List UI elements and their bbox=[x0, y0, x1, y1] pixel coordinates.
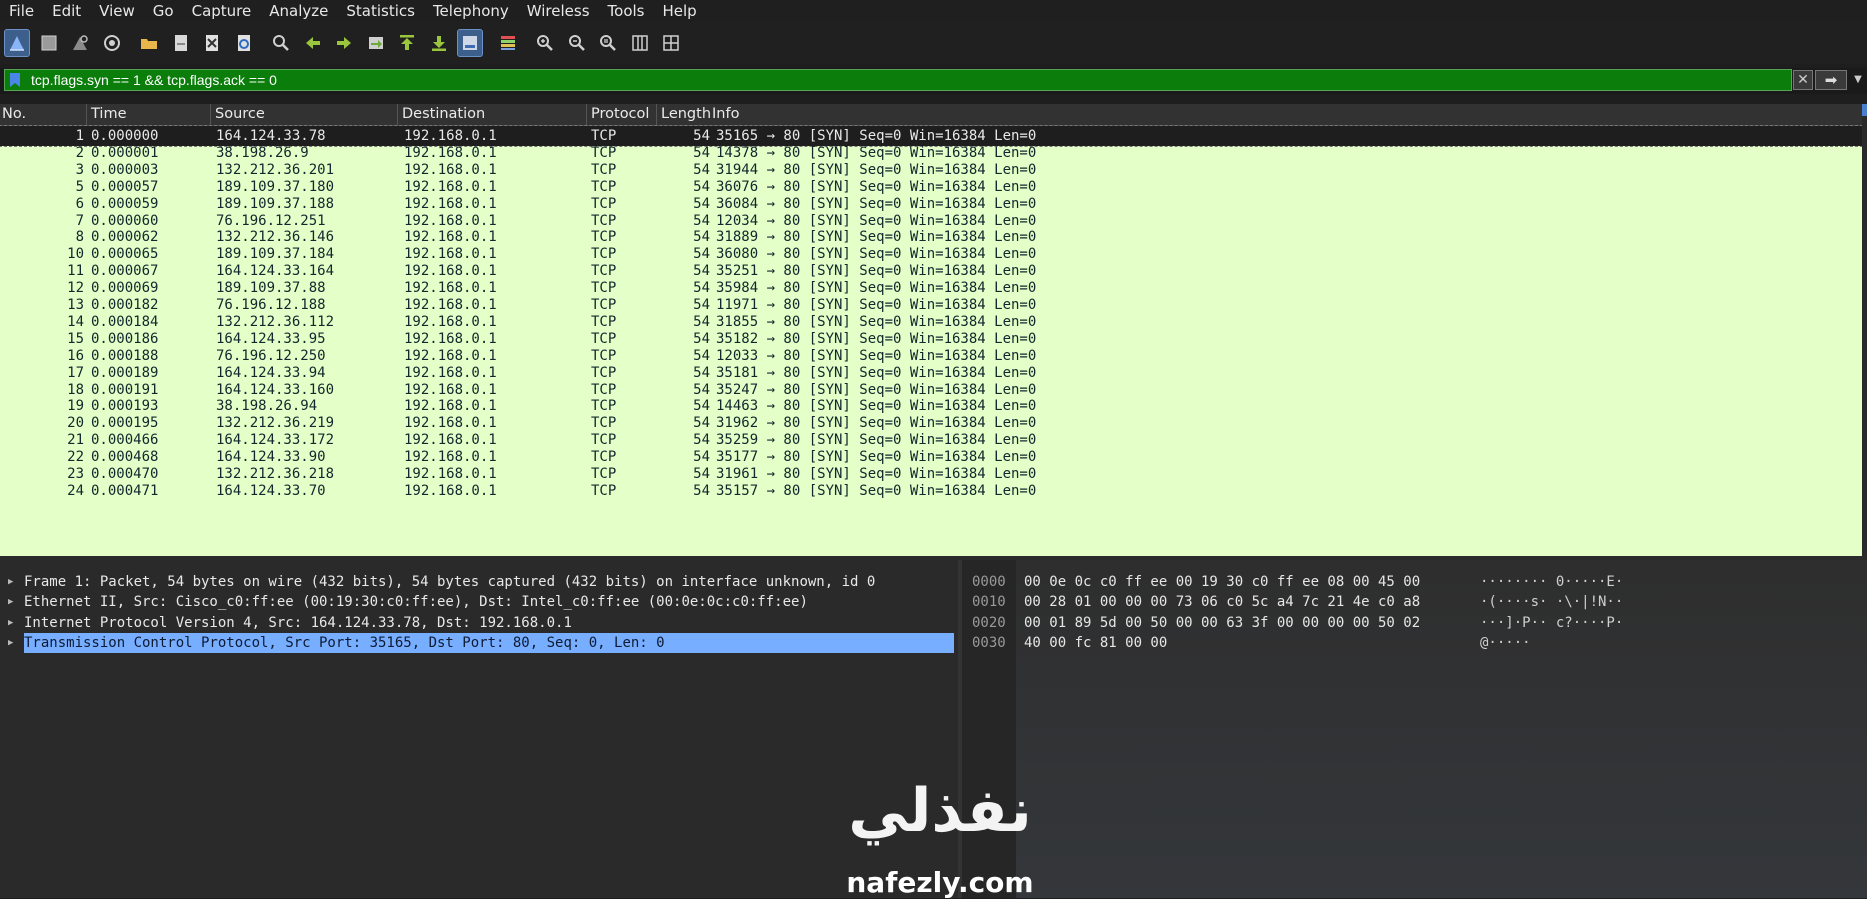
detail-item-label: Internet Protocol Version 4, Src: 164.12… bbox=[24, 614, 572, 631]
bytes-row: 0030 40 00 fc 81 00 00 @····· bbox=[962, 633, 1867, 653]
bytes-ascii[interactable]: ········ 0·····E· bbox=[1480, 572, 1623, 592]
watermark-url-text: nafezly.com bbox=[846, 866, 1034, 899]
zoom-normal-icon[interactable] bbox=[595, 29, 621, 57]
display-filter-bar: tcp.flags.syn == 1 && tcp.flags.ack == 0… bbox=[0, 68, 1867, 94]
find-magnifier-icon[interactable] bbox=[268, 29, 294, 57]
bytes-ascii[interactable]: @····· bbox=[1480, 633, 1531, 653]
column-header-destination[interactable]: Destination bbox=[398, 104, 587, 125]
detail-item-label: Frame 1: Packet, 54 bytes on wire (432 b… bbox=[24, 574, 876, 590]
autoscroll-icon[interactable] bbox=[457, 29, 483, 57]
watermark-logo: نفذلي nafezly.com bbox=[820, 776, 1060, 899]
packet-list-pane: No. Time Source Destination Protocol Len… bbox=[0, 104, 1867, 556]
go-first-packet-icon[interactable] bbox=[394, 29, 420, 57]
stop-square-icon[interactable] bbox=[36, 29, 62, 57]
detail-tree-item[interactable]: ▶ Internet Protocol Version 4, Src: 164.1… bbox=[0, 613, 958, 633]
detail-tree-item[interactable]: ▶ Transmission Control Protocol, Src Port… bbox=[0, 632, 958, 653]
packet-cell-src: 164.124.33.70 bbox=[216, 482, 326, 499]
expand-arrow-icon[interactable]: ▶ bbox=[8, 572, 13, 592]
bytes-row: 0020 00 01 89 5d 00 50 00 00 63 3f 00 00 … bbox=[962, 613, 1867, 633]
column-header-protocol[interactable]: Protocol bbox=[587, 104, 657, 125]
packet-details-pane: ▶ Frame 1: Packet, 54 bytes on wire (432 … bbox=[0, 560, 958, 898]
filter-expression-text: tcp.flags.syn == 1 && tcp.flags.ack == 0 bbox=[31, 72, 277, 88]
menu-statistics[interactable]: Statistics bbox=[337, 2, 424, 20]
bytes-row: 0000 00 0e 0c c0 ff ee 00 19 30 c0 ff ee … bbox=[962, 572, 1867, 592]
capture-options-gear-icon[interactable] bbox=[99, 29, 125, 57]
save-file-icon[interactable] bbox=[168, 29, 194, 57]
column-header-time[interactable]: Time bbox=[87, 104, 211, 125]
bytes-hex[interactable]: 40 00 fc 81 00 00 bbox=[1024, 633, 1167, 653]
shark-fin-start-icon[interactable] bbox=[4, 29, 30, 57]
chevron-down-icon[interactable]: ▼ bbox=[1852, 72, 1864, 88]
detail-item-label: Transmission Control Protocol, Src Port:… bbox=[24, 634, 665, 651]
menu-go[interactable]: Go bbox=[144, 2, 183, 20]
column-header-info[interactable]: Info bbox=[710, 104, 1860, 125]
restart-fin-icon[interactable] bbox=[67, 29, 93, 57]
expand-arrow-icon[interactable]: ▶ bbox=[8, 613, 13, 633]
bytes-ascii[interactable]: ·(····s· ·\·|!N·· bbox=[1480, 592, 1623, 612]
close-file-icon[interactable] bbox=[199, 29, 225, 57]
apply-filter-arrow-icon[interactable]: ➡ bbox=[1815, 70, 1847, 90]
menu-tools[interactable]: Tools bbox=[599, 2, 654, 20]
expand-arrow-icon[interactable]: ▶ bbox=[8, 633, 13, 653]
column-header-source[interactable]: Source bbox=[211, 104, 398, 125]
bytes-offset: 0020 bbox=[972, 614, 1006, 631]
column-header-length[interactable]: Length bbox=[657, 104, 710, 125]
packet-cell-dst: 192.168.0.1 bbox=[404, 482, 497, 499]
bytes-offset: 0030 bbox=[972, 634, 1006, 651]
packet-bytes-pane: 0000 00 0e 0c c0 ff ee 00 19 30 c0 ff ee … bbox=[962, 560, 1867, 898]
menu-help[interactable]: Help bbox=[653, 2, 705, 20]
bytes-offset: 0000 bbox=[972, 574, 1006, 590]
go-back-arrow-icon[interactable] bbox=[300, 29, 326, 57]
scrollbar-thumb[interactable] bbox=[1862, 104, 1867, 116]
menu-wireless[interactable]: Wireless bbox=[518, 2, 599, 20]
bytes-hex[interactable]: 00 0e 0c c0 ff ee 00 19 30 c0 ff ee 08 0… bbox=[1024, 572, 1420, 592]
menu-bar: File Edit View Go Capture Analyze Statistics Te… bbox=[0, 0, 1867, 22]
resize-columns-icon[interactable] bbox=[627, 29, 653, 57]
packet-cell-len: 54 bbox=[693, 482, 710, 499]
bytes-hex[interactable]: 00 01 89 5d 00 50 00 00 63 3f 00 00 00 0… bbox=[1024, 613, 1420, 633]
detail-tree-item[interactable]: ▶ Frame 1: Packet, 54 bytes on wire (432 … bbox=[0, 572, 958, 592]
bookmark-icon[interactable] bbox=[5, 70, 25, 90]
bytes-row: 0010 00 28 01 00 00 00 73 06 c0 5c a4 7c … bbox=[962, 592, 1867, 612]
display-filter-input[interactable]: tcp.flags.syn == 1 && tcp.flags.ack == 0 bbox=[4, 69, 1792, 91]
packet-cell-time: 0.000471 bbox=[91, 482, 159, 499]
clear-filter-icon[interactable]: ✕ bbox=[1793, 70, 1813, 90]
detail-item-label: Ethernet II, Src: Cisco_c0:ff:ee (00:19:… bbox=[24, 594, 808, 611]
menu-view[interactable]: View bbox=[90, 2, 144, 20]
bytes-ascii[interactable]: ···]·P·· c?····P· bbox=[1480, 613, 1623, 633]
expand-arrow-icon[interactable]: ▶ bbox=[8, 592, 13, 612]
menu-edit[interactable]: Edit bbox=[43, 2, 90, 20]
watermark-arabic-text: نفذلي bbox=[848, 776, 1032, 846]
bytes-offset: 0010 bbox=[972, 594, 1006, 611]
menu-telephony[interactable]: Telephony bbox=[424, 2, 518, 20]
menu-capture[interactable]: Capture bbox=[183, 2, 261, 20]
packet-list-header: No. Time Source Destination Protocol Len… bbox=[0, 104, 1867, 126]
open-folder-icon[interactable] bbox=[136, 29, 162, 57]
colorize-icon[interactable] bbox=[495, 29, 521, 57]
zoom-out-icon[interactable] bbox=[564, 29, 590, 57]
go-last-packet-icon[interactable] bbox=[426, 29, 452, 57]
packet-cell-proto: TCP bbox=[591, 482, 617, 499]
packet-row[interactable]: 24 0.000471 164.124.33.70 192.168.0.1 TCP 54 3… bbox=[0, 481, 1867, 501]
main-toolbar bbox=[0, 22, 1867, 64]
bytes-hex[interactable]: 00 28 01 00 00 00 73 06 c0 5c a4 7c 21 4… bbox=[1024, 592, 1420, 612]
packet-cell-no: 24 bbox=[67, 482, 84, 499]
packet-cell-info: 35157 → 80 [SYN] Seq=0 Win=16384 Len=0 bbox=[716, 482, 1037, 499]
layout-icon[interactable] bbox=[658, 29, 684, 57]
reload-file-icon[interactable] bbox=[231, 29, 257, 57]
column-header-no[interactable]: No. bbox=[0, 104, 87, 125]
go-forward-arrow-icon[interactable] bbox=[331, 29, 357, 57]
zoom-in-icon[interactable] bbox=[532, 29, 558, 57]
go-to-packet-icon[interactable] bbox=[363, 29, 389, 57]
menu-file[interactable]: File bbox=[0, 2, 43, 20]
detail-tree-item[interactable]: ▶ Ethernet II, Src: Cisco_c0:ff:ee (00:19… bbox=[0, 592, 958, 612]
packet-list-scrollbar[interactable] bbox=[1862, 104, 1867, 556]
menu-analyze[interactable]: Analyze bbox=[260, 2, 337, 20]
